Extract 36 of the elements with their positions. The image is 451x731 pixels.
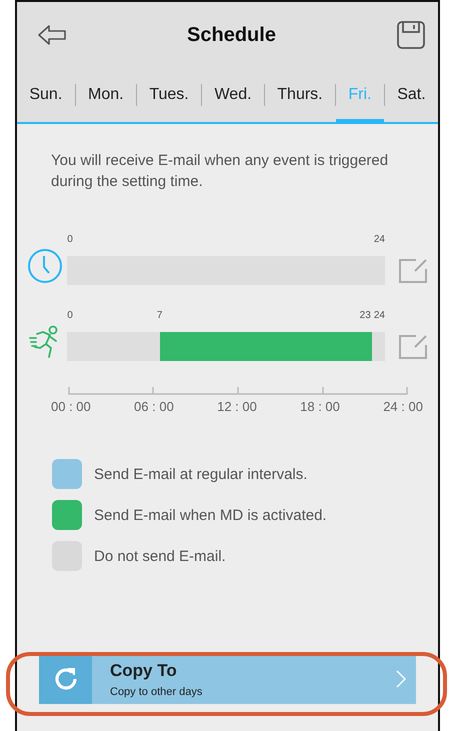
day-tab[interactable]: Sat. — [384, 68, 438, 122]
hour-tick-label: 0 — [67, 234, 73, 245]
time-axis-label: 00 : 00 — [51, 399, 91, 414]
time-axis-label: 06 : 00 — [134, 399, 174, 414]
hour-tick-label: 24 — [374, 234, 385, 245]
page-title: Schedule — [187, 24, 276, 46]
left-arrow-icon — [37, 24, 67, 46]
edit-icon — [399, 259, 427, 283]
edit-button[interactable] — [399, 259, 427, 283]
back-button[interactable] — [37, 24, 67, 46]
hour-tick-label: 0 — [67, 310, 73, 321]
day-tab[interactable]: Thurs. — [264, 68, 335, 122]
time-axis-label: 12 : 00 — [217, 399, 257, 414]
day-tab[interactable]: Sun. — [17, 68, 75, 122]
hour-tick-label: 24 — [374, 310, 385, 321]
time-axis-label: 24 : 00 — [383, 399, 423, 414]
legend-label: Send E-mail when MD is activated. — [94, 506, 327, 524]
clock-icon — [26, 248, 63, 284]
refresh-icon — [52, 666, 78, 692]
edit-icon — [399, 335, 427, 359]
time-axis-label: 18 : 00 — [300, 399, 340, 414]
segment-start-label: 7 — [156, 310, 162, 321]
day-tab[interactable]: Wed. — [202, 68, 264, 122]
legend-label: Send E-mail at regular intervals. — [94, 466, 308, 482]
day-tab[interactable]: Mon. — [76, 68, 136, 122]
edit-button[interactable] — [399, 335, 427, 359]
schedule-bar[interactable] — [67, 332, 385, 361]
chevron-right-icon — [396, 669, 406, 689]
day-tab[interactable]: Tues. — [136, 68, 202, 122]
copy-to-subtitle: Copy to other days — [110, 686, 204, 698]
copy-to-title: Copy To — [110, 660, 178, 680]
legend-label: Do not send E-mail. — [94, 548, 226, 564]
segment-end-label: 23 — [360, 310, 371, 321]
description-text: You will receive E-mail when any event is triggered during the setting time. — [51, 151, 390, 192]
copy-to-button[interactable]: Copy To Copy to other days — [39, 654, 416, 704]
save-button[interactable] — [396, 20, 426, 50]
